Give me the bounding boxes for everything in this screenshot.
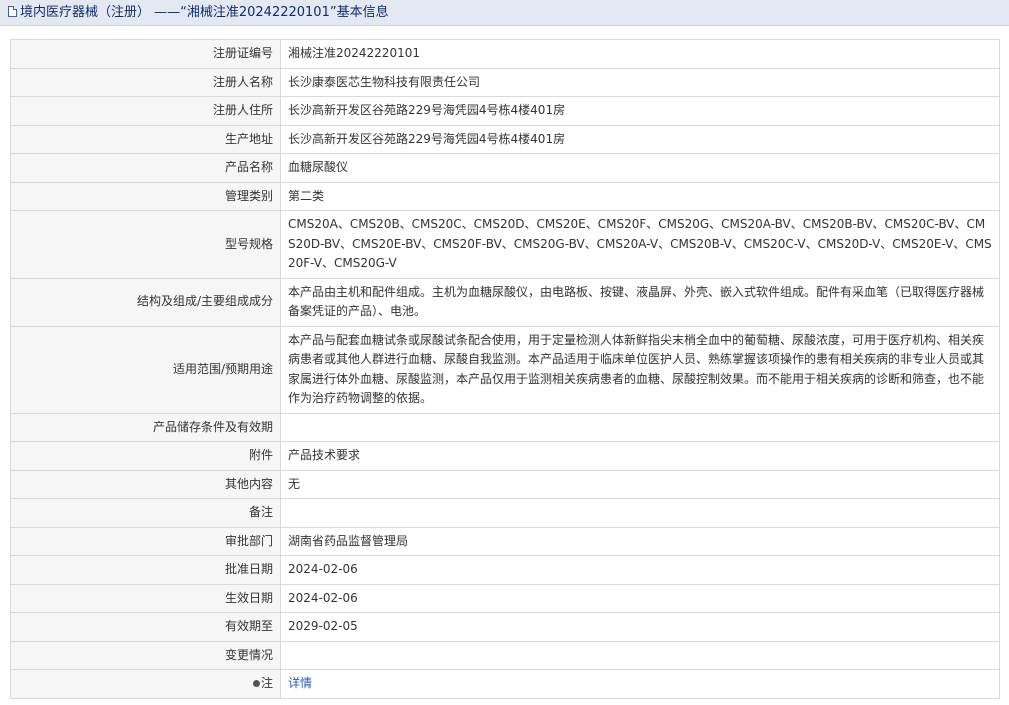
row-value <box>280 640 1000 670</box>
row-value: 本产品由主机和配件组成。主机为血糖尿酸仪，由电路板、按键、液晶屏、外壳、嵌入式软… <box>280 277 1000 327</box>
row-label: 产品储存条件及有效期 <box>10 412 281 442</box>
row-label: 注册人住所 <box>10 96 281 126</box>
row-value: 湘械注准20242220101 <box>280 39 1000 69</box>
table-row: 注 详情 <box>10 669 1000 699</box>
row-value: 2024-02-06 <box>280 583 1000 613</box>
table-row: 批准日期 2024-02-06 <box>10 555 1000 585</box>
table-row: 注册人名称 长沙康泰医芯生物科技有限责任公司 <box>10 67 1000 97</box>
row-label: 其他内容 <box>10 469 281 499</box>
row-label: 产品名称 <box>10 153 281 183</box>
table-row: 结构及组成/主要组成成分 本产品由主机和配件组成。主机为血糖尿酸仪，由电路板、按键… <box>10 277 1000 327</box>
row-value: 2029-02-05 <box>280 612 1000 642</box>
bullet-icon <box>252 680 260 687</box>
row-value: 第二类 <box>280 181 1000 211</box>
row-label: 附件 <box>10 441 281 471</box>
note-value-cell: 详情 <box>280 669 1000 699</box>
table-row: 有效期至 2029-02-05 <box>10 612 1000 642</box>
row-label: 适用范围/预期用途 <box>10 325 281 414</box>
table-row: 管理类别 第二类 <box>10 181 1000 211</box>
row-label: 注册证编号 <box>10 39 281 69</box>
row-value: CMS20A、CMS20B、CMS20C、CMS20D、CMS20E、CMS20… <box>280 210 1000 279</box>
row-label: 审批部门 <box>10 526 281 556</box>
table-row: 型号规格 CMS20A、CMS20B、CMS20C、CMS20D、CMS20E、C… <box>10 210 1000 279</box>
row-value: 长沙高新开发区谷苑路229号海凭园4号栋4楼401房 <box>280 124 1000 154</box>
page-title: 境内医疗器械（注册） ——“湘械注准20242220101”基本信息 <box>20 5 389 20</box>
table-row: 审批部门 湖南省药品监督管理局 <box>10 526 1000 556</box>
table-row: 产品名称 血糖尿酸仪 <box>10 153 1000 183</box>
row-value: 本产品与配套血糖试条或尿酸试条配合使用，用于定量检测人体新鲜指尖末梢全血中的葡萄… <box>280 325 1000 414</box>
table-row: 注册人住所 长沙高新开发区谷苑路229号海凭园4号栋4楼401房 <box>10 96 1000 126</box>
row-label: 变更情况 <box>10 640 281 670</box>
row-value: 长沙高新开发区谷苑路229号海凭园4号栋4楼401房 <box>280 96 1000 126</box>
note-label: 注 <box>260 676 273 690</box>
table-row: 变更情况 <box>10 640 1000 670</box>
note-label-cell: 注 <box>10 669 281 699</box>
row-value <box>280 498 1000 528</box>
table-row: 适用范围/预期用途 本产品与配套血糖试条或尿酸试条配合使用，用于定量检测人体新鲜指… <box>10 325 1000 414</box>
table-row: 生产地址 长沙高新开发区谷苑路229号海凭园4号栋4楼401房 <box>10 124 1000 154</box>
table-row: 注册证编号 湘械注准20242220101 <box>10 39 1000 69</box>
row-label: 管理类别 <box>10 181 281 211</box>
row-label: 结构及组成/主要组成成分 <box>10 277 281 327</box>
table-row: 生效日期 2024-02-06 <box>10 583 1000 613</box>
row-label: 生产地址 <box>10 124 281 154</box>
row-label: 生效日期 <box>10 583 281 613</box>
row-value: 湖南省药品监督管理局 <box>280 526 1000 556</box>
table-row: 备注 <box>10 498 1000 528</box>
row-value: 2024-02-06 <box>280 555 1000 585</box>
row-label: 批准日期 <box>10 555 281 585</box>
row-value: 血糖尿酸仪 <box>280 153 1000 183</box>
details-link[interactable]: 详情 <box>288 676 312 690</box>
row-value <box>280 412 1000 442</box>
document-icon <box>8 6 17 17</box>
row-label: 型号规格 <box>10 210 281 279</box>
row-value: 长沙康泰医芯生物科技有限责任公司 <box>280 67 1000 97</box>
info-table: 注册证编号 湘械注准20242220101 注册人名称 长沙康泰医芯生物科技有限责任… <box>10 39 1000 699</box>
row-label: 有效期至 <box>10 612 281 642</box>
row-label: 注册人名称 <box>10 67 281 97</box>
table-row: 产品储存条件及有效期 <box>10 412 1000 442</box>
page-title-bar: 境内医疗器械（注册） ——“湘械注准20242220101”基本信息 <box>0 0 1009 26</box>
row-value: 无 <box>280 469 1000 499</box>
row-value: 产品技术要求 <box>280 441 1000 471</box>
row-label: 备注 <box>10 498 281 528</box>
table-row: 附件 产品技术要求 <box>10 441 1000 471</box>
table-row: 其他内容无 <box>10 469 1000 499</box>
